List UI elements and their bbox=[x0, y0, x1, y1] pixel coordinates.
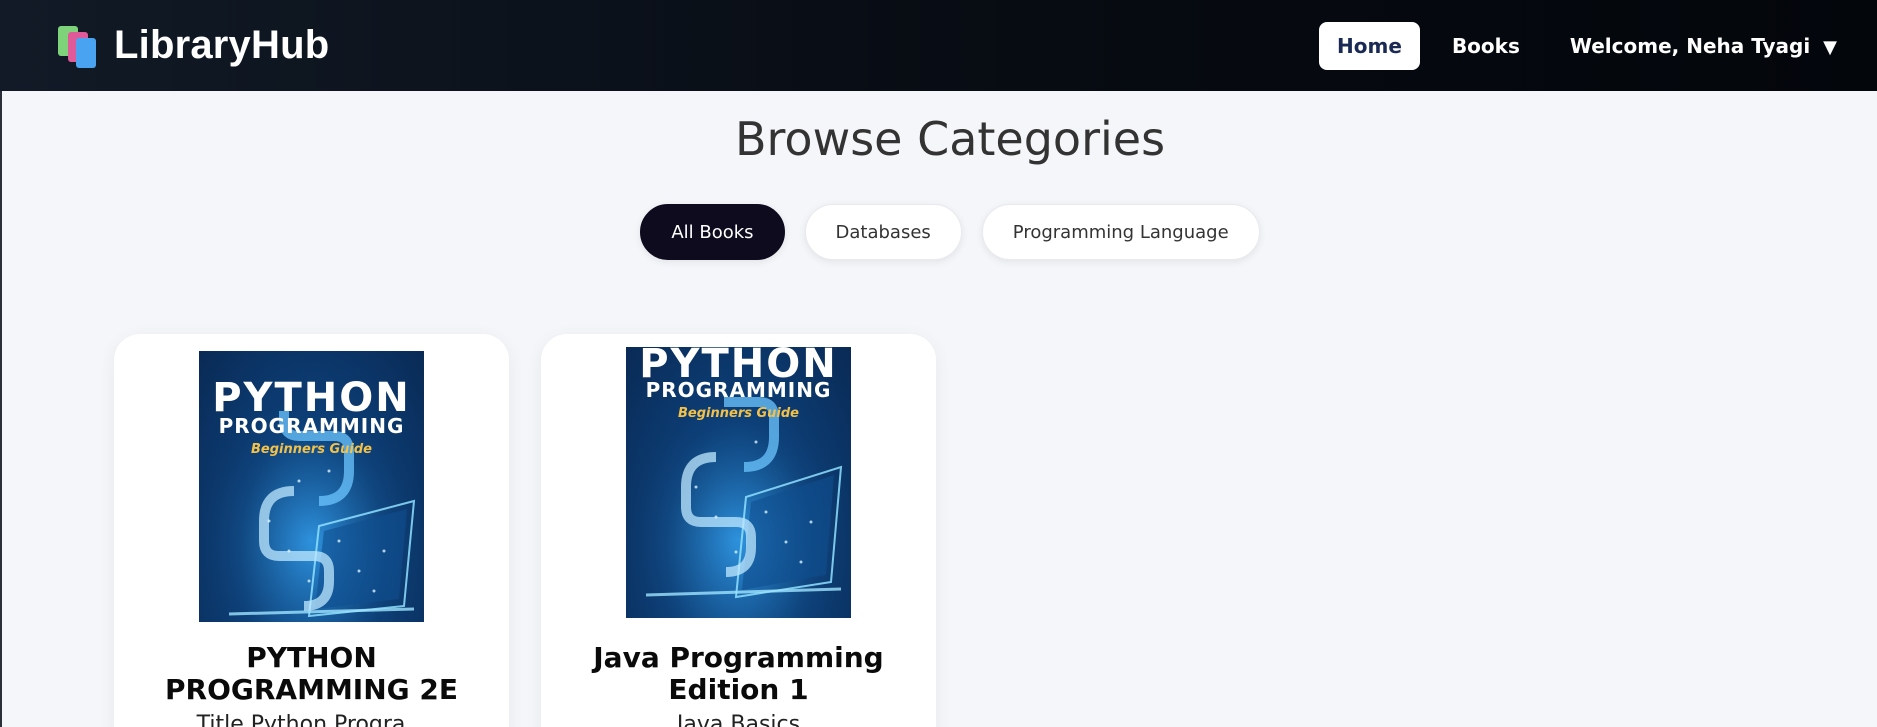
category-programming-language[interactable]: Programming Language bbox=[981, 204, 1260, 260]
stacked-books-icon bbox=[56, 24, 100, 68]
book-cover-image[interactable]: PYTHON PROGRAMMING Beginners Guide bbox=[199, 351, 424, 622]
book-card[interactable]: PYTHON PROGRAMMING Beginners Guide PYTHO… bbox=[114, 334, 509, 727]
main-nav: Home Books Welcome, Neha Tyagi ▼ bbox=[1319, 21, 1837, 70]
book-cover-image[interactable]: PYTHON PROGRAMMING Beginners Guide bbox=[626, 347, 851, 618]
user-menu[interactable]: Welcome, Neha Tyagi ▼ bbox=[1552, 22, 1837, 70]
book-description: Title Python Progra... bbox=[196, 712, 427, 727]
brand-name: LibraryHub bbox=[114, 23, 330, 67]
book-card[interactable]: PYTHON PROGRAMMING Beginners Guide Java … bbox=[541, 334, 936, 727]
nav-home-link[interactable]: Home bbox=[1319, 21, 1420, 70]
category-filter: All Books Databases Programming Language bbox=[0, 204, 1877, 260]
nav-books-link[interactable]: Books bbox=[1434, 22, 1538, 70]
category-all-books[interactable]: All Books bbox=[640, 204, 785, 260]
user-welcome-text: Welcome, Neha Tyagi bbox=[1569, 33, 1811, 58]
cover-tagline: Beginners Guide bbox=[251, 442, 372, 457]
caret-down-icon: ▼ bbox=[1823, 36, 1837, 58]
book-title[interactable]: PYTHON PROGRAMMING 2E bbox=[114, 642, 509, 706]
cover-tagline: Beginners Guide bbox=[678, 406, 799, 421]
cover-subtitle: PROGRAMMING bbox=[645, 378, 832, 402]
category-databases[interactable]: Databases bbox=[804, 204, 962, 260]
page-border bbox=[0, 91, 2, 727]
book-grid: PYTHON PROGRAMMING Beginners Guide PYTHO… bbox=[114, 334, 936, 727]
page-title: Browse Categories bbox=[734, 112, 1166, 166]
brand[interactable]: LibraryHub bbox=[56, 23, 329, 68]
book-description: Java Basics bbox=[676, 712, 801, 727]
top-navbar: LibraryHub Home Books Welcome, Neha Tyag… bbox=[0, 0, 1877, 91]
cover-subtitle: PROGRAMMING bbox=[218, 414, 405, 438]
book-title[interactable]: Java Programming Edition 1 bbox=[541, 642, 936, 706]
